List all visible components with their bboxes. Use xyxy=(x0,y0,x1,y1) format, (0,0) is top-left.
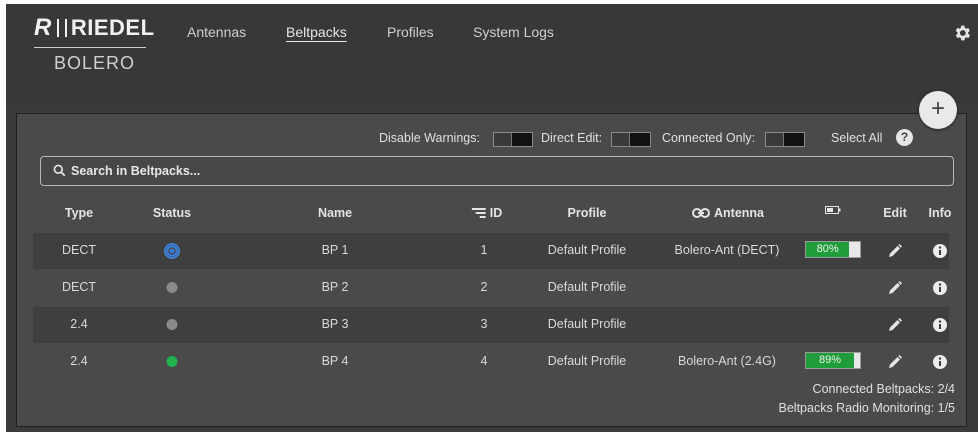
add-beltpack-button[interactable]: + xyxy=(919,91,957,129)
logo-bars xyxy=(56,19,67,37)
radio-monitoring-count: Beltpacks Radio Monitoring: 1/5 xyxy=(778,401,955,415)
table-header: Type Status Name ID Profile Antenna Edit… xyxy=(0,206,978,222)
logo-text: RIEDEL xyxy=(70,15,155,40)
settings-gear-icon[interactable] xyxy=(952,23,972,43)
col-status[interactable]: Status xyxy=(153,206,191,220)
name-cell: BP 2 xyxy=(321,280,349,294)
table-row[interactable]: 2.4 BP 3 3 Default Profile xyxy=(33,307,949,343)
offline-status-dot xyxy=(166,319,178,330)
direct-edit-label: Direct Edit: xyxy=(541,131,603,145)
connected-only-toggle[interactable] xyxy=(765,132,805,147)
profile-cell: Default Profile xyxy=(547,317,627,331)
table-row[interactable]: DECT BP 2 2 Default Profile xyxy=(33,270,949,306)
logo-divider xyxy=(34,47,146,48)
connected-beltpacks-count: Connected Beltpacks: 2/4 xyxy=(812,382,955,396)
col-profile[interactable]: Profile xyxy=(568,206,607,220)
col-antenna-label: Antenna xyxy=(714,206,764,220)
edit-pencil-icon[interactable] xyxy=(887,317,903,333)
col-info: Info xyxy=(928,206,952,220)
type-cell: 2.4 xyxy=(70,354,88,368)
table-row[interactable]: DECT BP 1 1 Default Profile Bolero-Ant (DECT… xyxy=(33,233,949,269)
name-cell: BP 4 xyxy=(321,354,349,368)
profile-cell: Default Profile xyxy=(547,280,627,294)
product-name: BOLERO xyxy=(54,53,136,73)
riedel-logo: R RIEDEL BOLERO xyxy=(34,14,155,74)
direct-edit-toggle[interactable] xyxy=(611,132,651,147)
disable-warnings-label: Disable Warnings: xyxy=(379,131,480,145)
col-type[interactable]: Type xyxy=(65,206,93,220)
search-icon xyxy=(53,164,66,177)
name-cell: BP 3 xyxy=(321,317,349,331)
battery-percent: 80% xyxy=(816,243,839,255)
logo-glyph: R xyxy=(34,14,52,41)
antenna-cell: Bolero-Ant (2.4G) xyxy=(678,354,776,368)
profile-cell: Default Profile xyxy=(547,354,627,368)
online-status-dot xyxy=(166,356,178,367)
name-cell: BP 1 xyxy=(321,243,349,257)
top-bar: R RIEDEL BOLERO Antennas Beltpacks Profi… xyxy=(6,4,978,104)
offline-status-dot xyxy=(166,282,178,293)
id-cell: 2 xyxy=(480,280,488,294)
col-name[interactable]: Name xyxy=(318,206,352,220)
connected-only-label: Connected Only: xyxy=(662,131,756,145)
col-antenna[interactable]: Antenna xyxy=(692,206,764,220)
edit-pencil-icon[interactable] xyxy=(887,243,903,259)
type-cell: DECT xyxy=(61,243,97,257)
col-edit: Edit xyxy=(883,206,907,220)
battery-level-bar: 80% xyxy=(805,241,861,258)
edit-pencil-icon[interactable] xyxy=(887,280,903,296)
radio-status-icon xyxy=(164,243,180,259)
logo-wordmark: R RIEDEL xyxy=(34,14,155,42)
id-cell: 4 xyxy=(480,354,488,368)
battery-icon xyxy=(825,206,841,214)
info-icon[interactable] xyxy=(932,243,948,259)
info-icon[interactable] xyxy=(932,317,948,333)
profile-cell: Default Profile xyxy=(547,243,627,257)
type-cell: DECT xyxy=(61,280,97,294)
options-bar: Disable Warnings: Direct Edit: Connected… xyxy=(0,131,978,147)
col-battery[interactable] xyxy=(825,206,841,214)
col-id-label: ID xyxy=(489,206,503,220)
nav-antennas[interactable]: Antennas xyxy=(187,24,246,40)
select-all-label[interactable]: Select All xyxy=(831,131,882,145)
nav-system-logs[interactable]: System Logs xyxy=(473,24,554,40)
sort-icon xyxy=(471,208,486,218)
nav-profiles[interactable]: Profiles xyxy=(387,24,434,40)
nav-beltpacks[interactable]: Beltpacks xyxy=(286,24,347,40)
table-row[interactable]: 2.4 BP 4 4 Default Profile Bolero-Ant (2.4G)… xyxy=(33,344,949,380)
antenna-cell: Bolero-Ant (DECT) xyxy=(674,243,780,257)
id-cell: 3 xyxy=(480,317,488,331)
type-cell: 2.4 xyxy=(70,317,88,331)
disable-warnings-toggle[interactable] xyxy=(493,132,533,147)
id-cell: 1 xyxy=(480,243,488,257)
col-id[interactable]: ID xyxy=(471,206,503,220)
info-icon[interactable] xyxy=(932,354,948,370)
search-input[interactable] xyxy=(71,157,931,185)
battery-percent: 89% xyxy=(819,354,842,366)
battery-level-bar: 89% xyxy=(805,352,861,369)
search-bar[interactable] xyxy=(40,156,954,186)
edit-pencil-icon[interactable] xyxy=(887,354,903,370)
link-icon xyxy=(692,208,710,218)
help-icon[interactable]: ? xyxy=(896,129,913,146)
info-icon[interactable] xyxy=(932,280,948,296)
